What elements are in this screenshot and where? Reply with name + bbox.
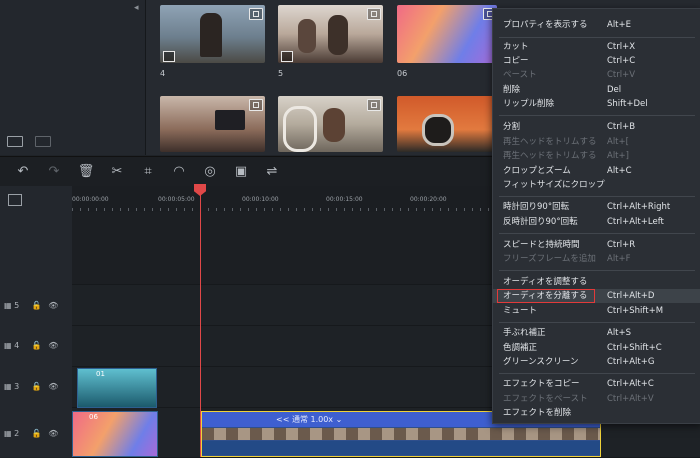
ruler-tick: 00:00:20:00: [410, 196, 447, 203]
menu-item-speed[interactable]: スピードと持続時間 Ctrl+R: [493, 238, 700, 252]
undo-icon[interactable]: ↶: [14, 164, 32, 179]
media-label: 4: [160, 69, 166, 78]
ruler-tick: 00:00:15:00: [326, 196, 363, 203]
film-icon: [367, 8, 381, 20]
track-number: 5: [14, 301, 20, 310]
menu-item-crop-zoom[interactable]: クロップとズーム Alt+C: [493, 164, 700, 178]
menu-item-paste[interactable]: ペースト Ctrl+V: [493, 68, 700, 82]
eye-icon[interactable]: 👁: [48, 301, 58, 310]
menu-item-ripple-delete[interactable]: リップル削除 Shift+Del: [493, 97, 700, 111]
play-icon: [163, 51, 175, 62]
track-header: ▦ 5 🔓 👁 ▦ 4 🔓 👁 ▦ 3 🔓 👁 ▦ 2 🔓 👁: [0, 186, 73, 457]
collapse-icon[interactable]: ◂: [134, 3, 139, 13]
ruler-tick: 00:00:10:00: [242, 196, 279, 203]
ruler-tick: 00:00:05:00: [158, 196, 195, 203]
media-thumb-06[interactable]: [397, 5, 497, 63]
clip-label: 06: [89, 413, 98, 421]
eye-icon[interactable]: 👁: [48, 382, 58, 391]
film-icon: [249, 8, 263, 20]
menu-item-rotate-cw[interactable]: 時計回り90°回転 Ctrl+Alt+Right: [493, 200, 700, 214]
media-thumb-4[interactable]: [160, 5, 265, 63]
library-sidebar: ◂: [0, 0, 146, 155]
track-3-header: ▦ 3 🔓 👁: [4, 382, 58, 391]
menu-item-adjust-audio[interactable]: オーディオを調整する: [493, 275, 700, 289]
media-thumb-5[interactable]: [278, 5, 383, 63]
track-5-header: ▦ 5 🔓 👁: [4, 301, 58, 310]
context-menu: プロパティを表示する Alt+E カット Ctrl+X コピー Ctrl+C ペースト…: [492, 8, 700, 424]
redo-icon[interactable]: ↷: [45, 164, 63, 179]
speed-label: << 通常 1.00x ⌄: [276, 415, 343, 424]
menu-item-copy-effects[interactable]: エフェクトをコピー Ctrl+Alt+C: [493, 377, 700, 391]
eye-icon[interactable]: 👁: [48, 341, 58, 350]
menu-item-freeze-frame[interactable]: フリーズフレームを追加 Alt+F: [493, 252, 700, 266]
green-screen-icon[interactable]: ▣: [232, 164, 250, 179]
media-thumb-9[interactable]: [397, 96, 497, 152]
clip-06[interactable]: 06: [72, 411, 158, 457]
lock-icon[interactable]: 🔓: [32, 341, 42, 350]
film-icon: ▦: [4, 301, 12, 310]
clip-01[interactable]: 01: [77, 368, 157, 408]
film-icon: ▦: [4, 382, 12, 391]
track-number: 2: [14, 429, 20, 438]
delete-icon[interactable]: 🗑: [77, 164, 95, 179]
lock-icon[interactable]: 🔓: [32, 382, 42, 391]
menu-item-green-screen[interactable]: グリーンスクリーン Ctrl+Alt+G: [493, 355, 700, 369]
menu-item-delete[interactable]: 削除 Del: [493, 83, 700, 97]
lock-icon[interactable]: 🔓: [32, 429, 42, 438]
track-number: 3: [14, 382, 20, 391]
menu-item-detach-audio[interactable]: オーディオを分離する Ctrl+Alt+D: [493, 289, 700, 303]
menu-item-color-correct[interactable]: 色調補正 Ctrl+Shift+C: [493, 341, 700, 355]
media-label: 5: [278, 69, 284, 78]
menu-item-crop-fit[interactable]: フィットサイズにクロップ: [493, 178, 700, 192]
menu-item-properties[interactable]: プロパティを表示する Alt+E: [493, 18, 700, 32]
menu-item-delete-effects[interactable]: エフェクトを削除: [493, 406, 700, 420]
menu-item-split[interactable]: 分割 Ctrl+B: [493, 120, 700, 134]
track-number: 4: [14, 341, 20, 350]
menu-item-copy[interactable]: コピー Ctrl+C: [493, 54, 700, 68]
menu-item-trim-start[interactable]: 再生ヘッドをトリムする Alt+[: [493, 135, 700, 149]
color-icon[interactable]: ◎: [201, 164, 219, 179]
remove-folder-icon[interactable]: [35, 136, 51, 147]
menu-item-stabilize[interactable]: 手ぶれ補正 Alt+S: [493, 326, 700, 340]
track-4-header: ▦ 4 🔓 👁: [4, 341, 58, 350]
eye-icon[interactable]: 👁: [48, 429, 58, 438]
playhead[interactable]: [200, 186, 201, 457]
adjust-icon[interactable]: ⇌: [263, 164, 281, 179]
media-thumb-8[interactable]: [278, 96, 383, 152]
menu-item-rotate-ccw[interactable]: 反時計回り90°回転 Ctrl+Alt+Left: [493, 215, 700, 229]
cut-icon[interactable]: ✂: [108, 164, 126, 179]
new-folder-icon[interactable]: [7, 136, 23, 147]
menu-item-cut[interactable]: カット Ctrl+X: [493, 40, 700, 54]
media-label: 06: [397, 69, 408, 78]
add-track-icon[interactable]: [8, 194, 22, 206]
ruler-tick: 00:00:00:00: [72, 196, 109, 203]
crop-icon[interactable]: ⌗: [139, 164, 157, 179]
play-icon: [281, 51, 293, 62]
lock-icon[interactable]: 🔓: [32, 301, 42, 310]
clip-label: 01: [96, 370, 105, 378]
film-icon: ▦: [4, 341, 12, 350]
media-thumb-7[interactable]: [160, 96, 265, 152]
speed-icon[interactable]: ◠: [170, 164, 188, 179]
film-icon: ▦: [4, 429, 12, 438]
film-icon: [367, 99, 381, 111]
film-icon: [249, 99, 263, 111]
track-2-header: ▦ 2 🔓 👁: [4, 429, 58, 438]
menu-item-mute[interactable]: ミュート Ctrl+Shift+M: [493, 304, 700, 318]
menu-item-paste-effects[interactable]: エフェクトをペースト Ctrl+Alt+V: [493, 392, 700, 406]
menu-item-trim-end[interactable]: 再生ヘッドをトリムする Alt+]: [493, 149, 700, 163]
